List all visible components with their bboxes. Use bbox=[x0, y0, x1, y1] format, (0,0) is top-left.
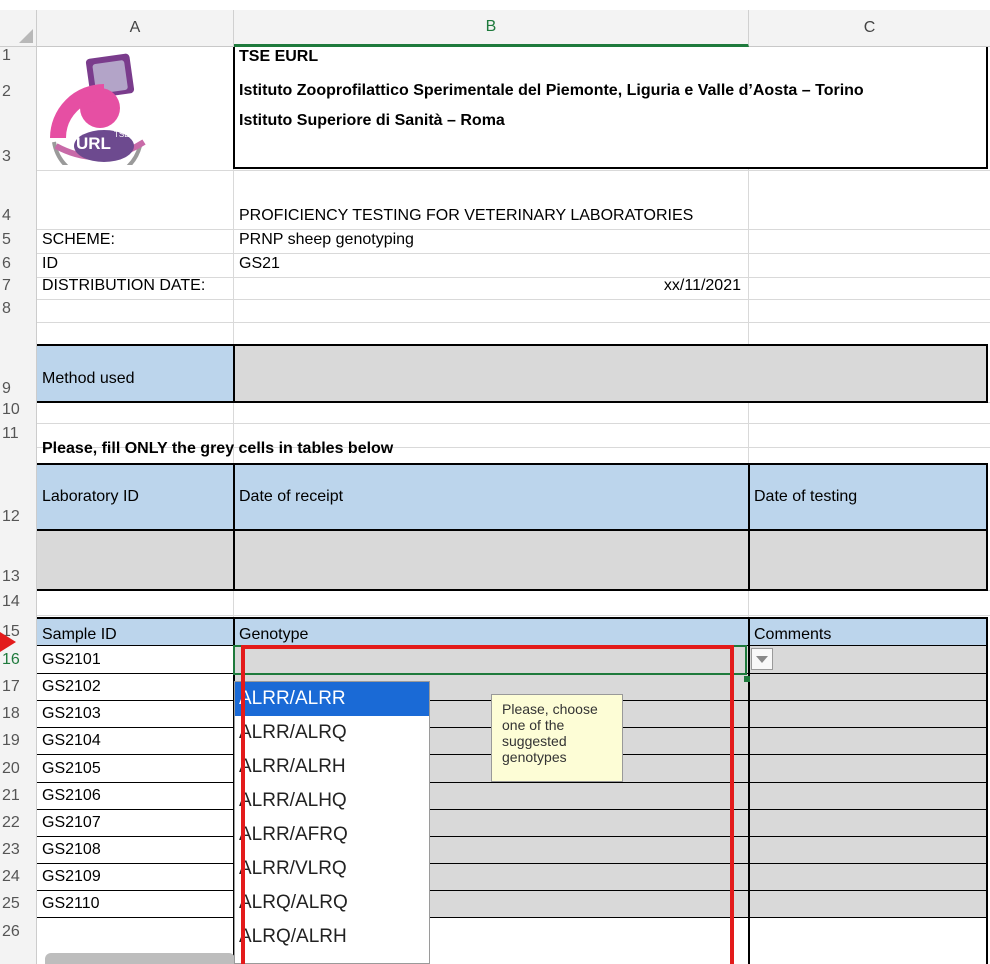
row-header[interactable]: 22 bbox=[0, 809, 36, 836]
row-header[interactable]: 2 bbox=[0, 69, 36, 105]
row-header[interactable]: 4 bbox=[0, 170, 36, 229]
gridline bbox=[37, 322, 990, 323]
distribution-date-value[interactable]: xx/11/2021 bbox=[235, 277, 747, 299]
sample-id-cell[interactable]: GS2104 bbox=[38, 727, 101, 754]
border bbox=[37, 463, 988, 465]
row-header[interactable]: 5 bbox=[0, 229, 36, 253]
row-header[interactable]: 19 bbox=[0, 727, 36, 754]
border bbox=[986, 617, 988, 964]
sample-id-cell[interactable]: GS2106 bbox=[38, 782, 101, 809]
sample-id-cell[interactable]: GS2101 bbox=[38, 646, 101, 673]
row-header[interactable]: 18 bbox=[0, 700, 36, 727]
border bbox=[37, 401, 988, 403]
row-header[interactable]: 1 bbox=[0, 47, 36, 69]
sample-id-cell[interactable]: GS2105 bbox=[38, 754, 101, 782]
column-header-c[interactable]: C bbox=[749, 10, 990, 47]
row-header[interactable]: 3 bbox=[0, 105, 36, 170]
border bbox=[37, 529, 988, 531]
comments-header: Comments bbox=[754, 626, 832, 643]
row-header[interactable]: 17 bbox=[0, 673, 36, 700]
red-highlight-frame bbox=[241, 645, 734, 964]
border bbox=[986, 344, 988, 402]
proficiency-title[interactable]: PROFICIENCY TESTING FOR VETERINARY LABOR… bbox=[235, 170, 693, 229]
logo-superscript: TSE bbox=[114, 130, 130, 139]
sample-id-cell[interactable]: GS2110 bbox=[38, 890, 100, 917]
row-header[interactable]: 20 bbox=[0, 754, 36, 782]
header-line-2: Istituto Zooprofilattico Sperimentale de… bbox=[239, 82, 864, 99]
row-header[interactable]: 26 bbox=[0, 917, 36, 945]
gridline bbox=[37, 423, 990, 424]
row-header[interactable]: 6 bbox=[0, 253, 36, 277]
fill-handle[interactable] bbox=[744, 676, 750, 682]
row-header[interactable]: 24 bbox=[0, 863, 36, 890]
row-header[interactable]: 14 bbox=[0, 590, 36, 615]
date-testing-header: Date of testing bbox=[754, 488, 858, 505]
method-label: Method used bbox=[42, 370, 135, 387]
row-header[interactable]: 25 bbox=[0, 890, 36, 917]
chevron-down-icon bbox=[756, 655, 768, 663]
column-header-b[interactable]: B bbox=[234, 10, 749, 47]
distribution-date-label[interactable]: DISTRIBUTION DATE: bbox=[38, 277, 205, 299]
scheme-label[interactable]: SCHEME: bbox=[38, 229, 115, 253]
scheme-value[interactable]: PRNP sheep genotyping bbox=[235, 229, 414, 253]
lab-id-header: Laboratory ID bbox=[42, 488, 139, 505]
dropdown-arrow-button[interactable] bbox=[751, 648, 773, 670]
row-header[interactable]: 21 bbox=[0, 782, 36, 809]
date-receipt-header: Date of receipt bbox=[239, 488, 344, 505]
sample-id-header: Sample ID bbox=[42, 626, 117, 643]
logo-text: URL bbox=[76, 134, 111, 153]
corner-triangle-icon bbox=[19, 29, 33, 43]
column-header-a[interactable]: A bbox=[37, 10, 234, 47]
gridline bbox=[37, 229, 990, 230]
sample-id-cell[interactable]: GS2108 bbox=[38, 836, 101, 863]
border bbox=[233, 344, 235, 402]
sample-id-cell[interactable]: GS2102 bbox=[38, 673, 101, 700]
sample-id-cell[interactable]: GS2107 bbox=[38, 809, 101, 836]
select-all-corner[interactable] bbox=[0, 10, 37, 47]
row-header[interactable]: 13 bbox=[0, 530, 36, 590]
lab-id-input[interactable] bbox=[37, 530, 233, 590]
eurl-logo: URL TSE bbox=[40, 50, 160, 181]
border bbox=[37, 344, 988, 346]
row-header[interactable]: 23 bbox=[0, 836, 36, 863]
row-header[interactable]: 11 bbox=[0, 423, 36, 447]
id-value[interactable]: GS21 bbox=[235, 253, 280, 277]
date-receipt-input[interactable] bbox=[234, 530, 748, 590]
sample-id-cell[interactable]: GS2103 bbox=[38, 700, 101, 727]
instruction-text[interactable]: Please, fill ONLY the grey cells in tabl… bbox=[38, 438, 393, 462]
method-input-cell[interactable] bbox=[234, 345, 988, 402]
border bbox=[37, 617, 988, 619]
gridline bbox=[37, 253, 990, 254]
genotype-header: Genotype bbox=[239, 626, 309, 643]
border bbox=[986, 463, 988, 590]
row-header[interactable]: 8 bbox=[0, 299, 36, 322]
border bbox=[37, 589, 988, 591]
sample-id-cell[interactable]: GS2109 bbox=[38, 863, 101, 890]
date-testing-input[interactable] bbox=[749, 530, 988, 590]
gridline bbox=[37, 615, 990, 616]
scrollbar-thumb[interactable] bbox=[45, 953, 235, 964]
row-header[interactable]: 12 bbox=[0, 447, 36, 530]
header-line-3: Istituto Superiore di Sanità – Roma bbox=[239, 112, 505, 129]
header-line-1: TSE EURL bbox=[239, 48, 319, 65]
row-header[interactable]: 7 bbox=[0, 277, 36, 299]
row-header[interactable]: 10 bbox=[0, 401, 36, 423]
pointer-arrow-icon bbox=[0, 632, 16, 652]
genotype-header-cell bbox=[234, 618, 748, 645]
gridline bbox=[37, 299, 990, 300]
id-label[interactable]: ID bbox=[38, 253, 58, 277]
row-header[interactable]: 9 bbox=[0, 322, 36, 402]
